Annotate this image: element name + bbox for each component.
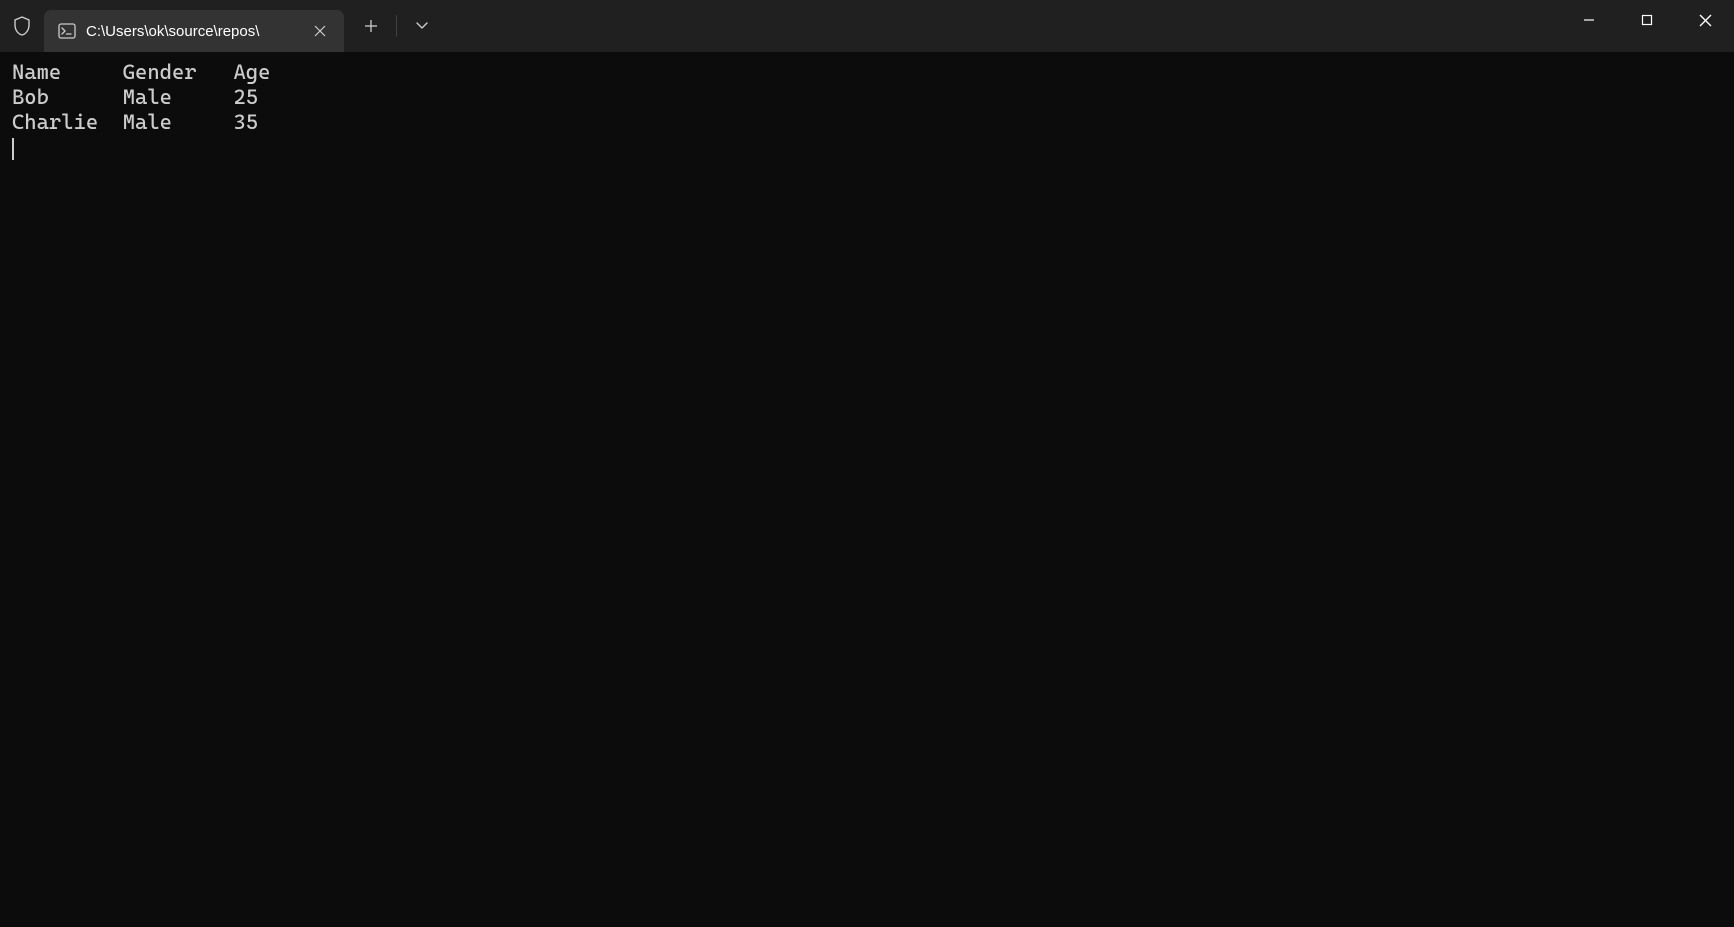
app-shield-icon: [0, 0, 44, 52]
tab-divider: [396, 15, 397, 37]
tab-active[interactable]: C:\Users\ok\source\repos\: [44, 10, 344, 52]
tab-close-button[interactable]: [308, 19, 332, 43]
tab-actions: [350, 0, 443, 52]
terminal-app-icon: [58, 23, 76, 39]
close-button[interactable]: [1676, 0, 1734, 40]
new-tab-button[interactable]: [350, 6, 392, 46]
terminal-cursor: [12, 138, 14, 160]
terminal-output[interactable]: Name Gender Age Bob Male 25 Charlie Male…: [0, 52, 1734, 927]
terminal-text: Name Gender Age Bob Male 25 Charlie Male…: [12, 60, 270, 134]
tab-title: C:\Users\ok\source\repos\: [86, 23, 298, 40]
titlebar: C:\Users\ok\source\repos\: [0, 0, 1734, 52]
tab-dropdown-button[interactable]: [401, 6, 443, 46]
minimize-button[interactable]: [1560, 0, 1618, 40]
window-controls: [1560, 0, 1734, 40]
maximize-button[interactable]: [1618, 0, 1676, 40]
